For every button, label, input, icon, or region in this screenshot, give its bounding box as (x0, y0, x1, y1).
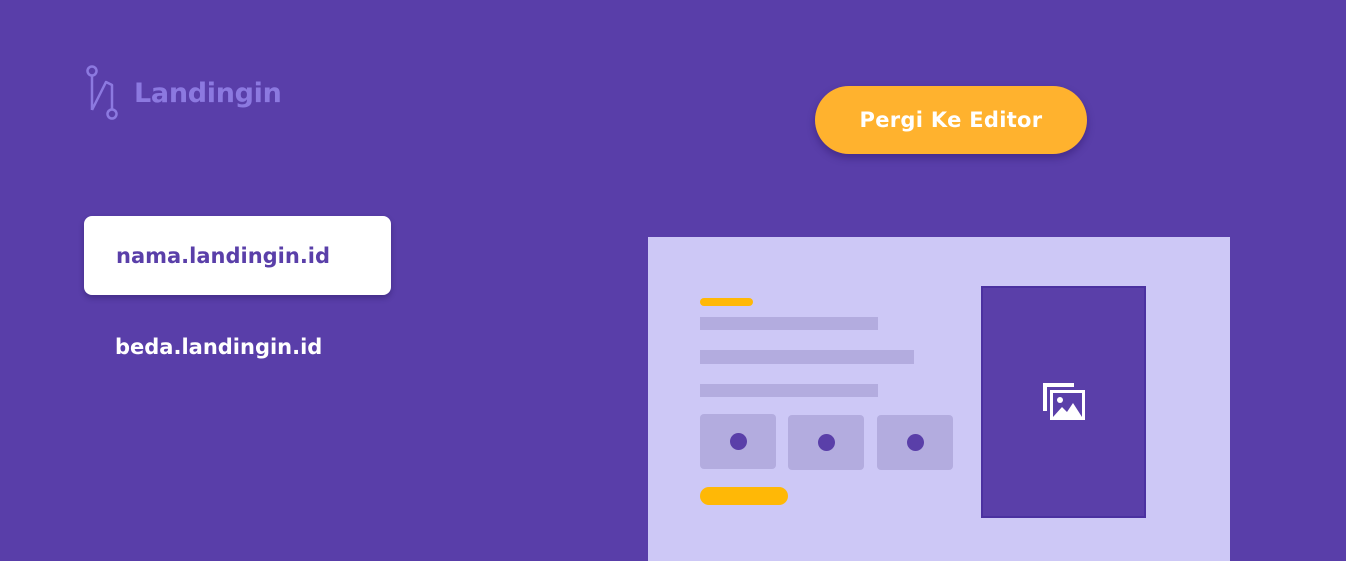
alternate-domain-option[interactable]: beda.landingin.id (115, 335, 322, 359)
landing-page-preview (648, 237, 1230, 561)
preview-text-line (700, 384, 878, 397)
preview-feature-card (877, 415, 953, 470)
preview-text-line (700, 317, 878, 330)
preview-feature-dot (906, 434, 924, 451)
preview-feature-dot (817, 434, 835, 451)
image-gallery-icon (1042, 383, 1085, 420)
landingin-logo-icon (86, 65, 118, 120)
preview-image-panel (981, 286, 1146, 518)
preview-feature-card (700, 414, 776, 469)
preview-accent-bar-bottom (700, 487, 788, 505)
brand-logo[interactable]: Landingin (84, 64, 282, 122)
preview-text-line (700, 350, 914, 364)
selected-domain-option[interactable]: nama.landingin.id (84, 216, 391, 295)
preview-accent-bar-top (700, 298, 753, 306)
preview-feature-dot (729, 433, 747, 450)
go-to-editor-button[interactable]: Pergi Ke Editor (815, 86, 1087, 154)
preview-feature-card (788, 415, 864, 470)
brand-name: Landingin (134, 77, 282, 109)
